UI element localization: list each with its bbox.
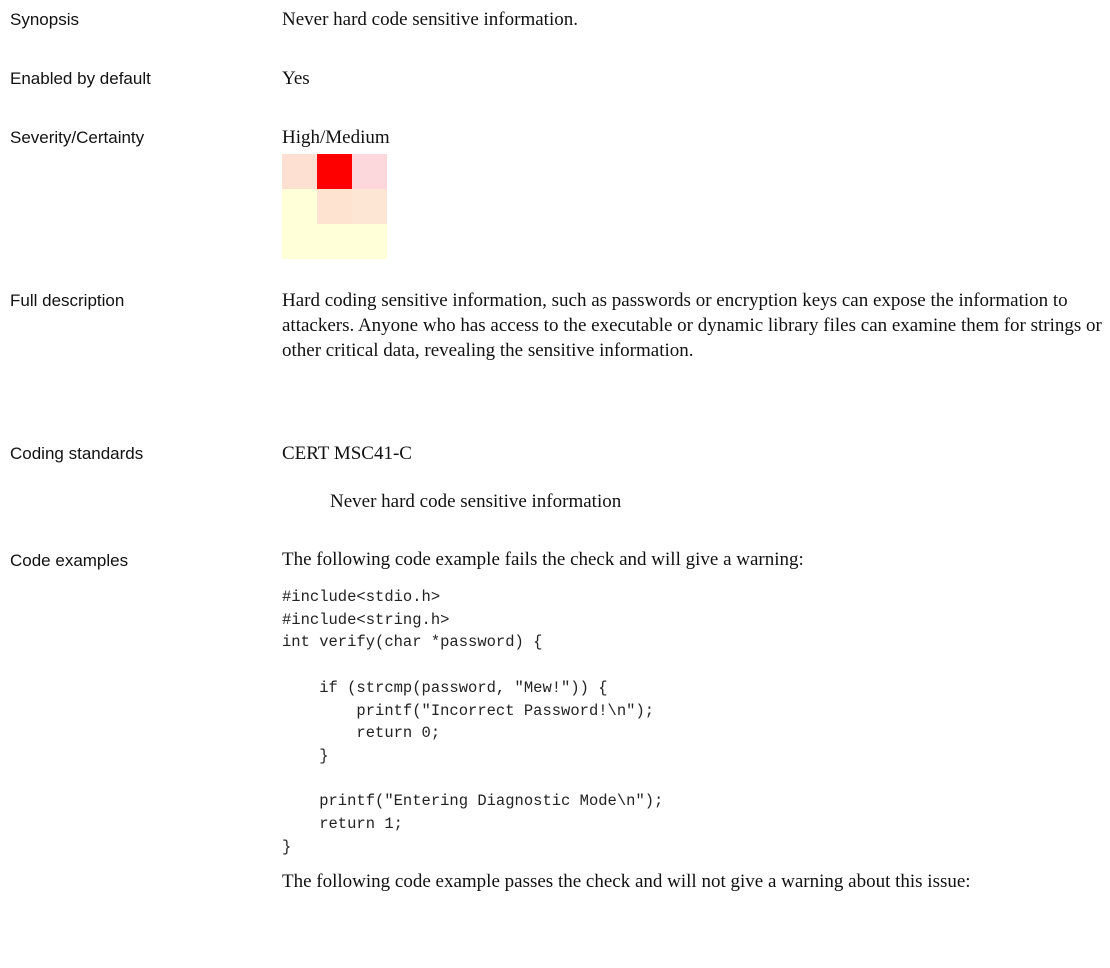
coding-standard-title: Never hard code sensitive information: [330, 491, 622, 512]
synopsis-value: Never hard code sensitive information.: [282, 9, 578, 30]
severity-cell: [352, 189, 387, 224]
severity-matrix: [282, 154, 387, 259]
severity-cell: [352, 154, 387, 189]
enabled-label: Enabled by default: [10, 69, 151, 88]
severity-cell: [282, 154, 317, 189]
severity-cell: [282, 189, 317, 224]
full-description-value: Hard coding sensitive information, such …: [282, 290, 1102, 361]
severity-value: High/Medium: [282, 127, 390, 148]
severity-cell: [317, 154, 352, 189]
coding-standard-id: CERT MSC41-C: [282, 443, 412, 464]
synopsis-label: Synopsis: [10, 10, 79, 29]
full-description-label: Full description: [10, 291, 125, 310]
severity-cell: [282, 224, 317, 259]
severity-cell: [317, 189, 352, 224]
fail-intro: The following code example fails the che…: [282, 549, 804, 570]
coding-standards-label: Coding standards: [10, 444, 144, 463]
severity-label: Severity/Certainty: [10, 128, 145, 147]
severity-cell: [352, 224, 387, 259]
fail-code-block: #include<stdio.h> #include<string.h> int…: [282, 588, 664, 856]
pass-intro: The following code example passes the ch…: [282, 871, 971, 892]
severity-cell: [317, 224, 352, 259]
code-examples-label: Code examples: [10, 551, 129, 570]
enabled-value: Yes: [282, 68, 310, 89]
